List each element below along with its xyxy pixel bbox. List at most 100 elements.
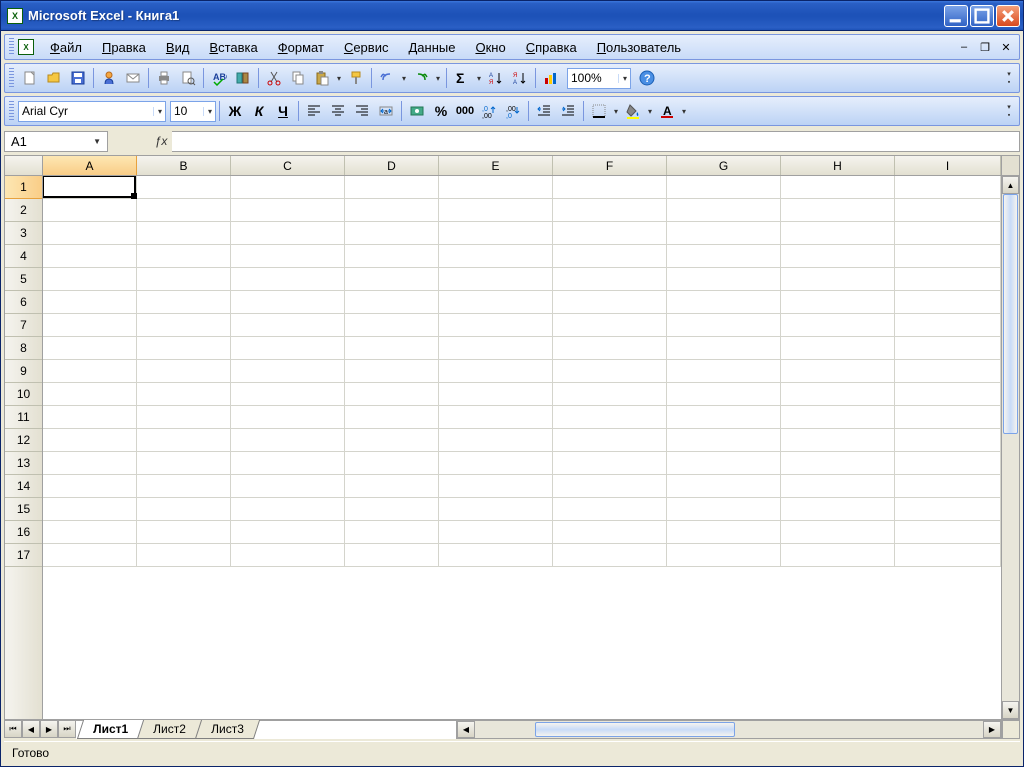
align-left-button[interactable] — [302, 99, 326, 123]
cell[interactable] — [231, 245, 345, 268]
cell[interactable] — [43, 245, 137, 268]
cell[interactable] — [667, 245, 781, 268]
align-center-button[interactable] — [326, 99, 350, 123]
cell[interactable] — [781, 314, 895, 337]
cell[interactable] — [231, 383, 345, 406]
cell[interactable] — [345, 498, 439, 521]
cell[interactable] — [553, 176, 667, 199]
insert-function-button[interactable]: ƒx — [150, 131, 172, 152]
help-button[interactable]: ? — [635, 66, 659, 90]
column-header-F[interactable]: F — [553, 156, 667, 175]
cell[interactable] — [553, 314, 667, 337]
hscroll-track[interactable] — [475, 721, 983, 738]
cell[interactable] — [553, 291, 667, 314]
cell[interactable] — [553, 429, 667, 452]
cell[interactable] — [439, 544, 553, 567]
cell[interactable] — [231, 176, 345, 199]
cell[interactable] — [345, 429, 439, 452]
cell[interactable] — [781, 337, 895, 360]
column-header-B[interactable]: B — [137, 156, 231, 175]
scroll-right-button[interactable]: ▶ — [983, 721, 1001, 738]
menu-данные[interactable]: Данные — [398, 37, 465, 58]
fill-color-dropdown[interactable]: ▾ — [645, 107, 655, 116]
column-header-G[interactable]: G — [667, 156, 781, 175]
menu-сервис[interactable]: Сервис — [334, 37, 399, 58]
doc-restore-button[interactable]: ❐ — [976, 39, 994, 55]
cell[interactable] — [137, 222, 231, 245]
open-button[interactable] — [42, 66, 66, 90]
cell[interactable] — [231, 521, 345, 544]
cell[interactable] — [231, 475, 345, 498]
minimize-button[interactable] — [944, 5, 968, 27]
undo-dropdown[interactable]: ▾ — [399, 74, 409, 83]
cell[interactable] — [895, 360, 1001, 383]
row-header-10[interactable]: 10 — [5, 383, 42, 406]
column-header-A[interactable]: A — [43, 156, 137, 175]
cell[interactable] — [439, 521, 553, 544]
scroll-up-button[interactable]: ▲ — [1002, 176, 1019, 194]
vscroll-track[interactable] — [1002, 194, 1019, 701]
cell[interactable] — [43, 337, 137, 360]
paste-button[interactable] — [310, 66, 334, 90]
cell[interactable] — [439, 475, 553, 498]
cell[interactable] — [781, 429, 895, 452]
cell[interactable] — [231, 544, 345, 567]
borders-button[interactable] — [587, 99, 611, 123]
cell[interactable] — [231, 199, 345, 222]
cell[interactable] — [231, 337, 345, 360]
align-right-button[interactable] — [350, 99, 374, 123]
print-preview-button[interactable] — [176, 66, 200, 90]
redo-dropdown[interactable]: ▾ — [433, 74, 443, 83]
cell[interactable] — [345, 475, 439, 498]
cell[interactable] — [781, 521, 895, 544]
next-sheet-button[interactable]: ▶ — [40, 720, 58, 738]
cell[interactable] — [781, 268, 895, 291]
cell[interactable] — [895, 383, 1001, 406]
undo-button[interactable] — [375, 66, 399, 90]
row-header-9[interactable]: 9 — [5, 360, 42, 383]
fontsize-combo[interactable]: 10▾ — [170, 101, 216, 122]
cell[interactable] — [439, 199, 553, 222]
cell[interactable] — [439, 291, 553, 314]
cell[interactable] — [43, 222, 137, 245]
permission-button[interactable] — [97, 66, 121, 90]
cell[interactable] — [553, 268, 667, 291]
menu-файл[interactable]: Файл — [40, 37, 92, 58]
toolbar-options-button[interactable]: ▾▪ — [1003, 103, 1015, 119]
cell[interactable] — [667, 406, 781, 429]
cell[interactable] — [553, 245, 667, 268]
cell[interactable] — [345, 268, 439, 291]
grip-icon[interactable] — [9, 38, 14, 56]
vertical-scrollbar[interactable]: ▲ ▼ — [1001, 176, 1019, 719]
row-header-4[interactable]: 4 — [5, 245, 42, 268]
last-sheet-button[interactable]: ⏭ — [58, 720, 76, 738]
cell[interactable] — [667, 314, 781, 337]
cell[interactable] — [345, 337, 439, 360]
menu-пользователь[interactable]: Пользователь — [587, 37, 691, 58]
titlebar[interactable]: X Microsoft Excel - Книга1 — [1, 1, 1023, 31]
sheet-tab-2[interactable]: Лист2 — [137, 720, 202, 739]
cell[interactable] — [895, 268, 1001, 291]
cell[interactable] — [781, 544, 895, 567]
cell[interactable] — [895, 521, 1001, 544]
cell[interactable] — [553, 406, 667, 429]
cell[interactable] — [439, 360, 553, 383]
currency-button[interactable] — [405, 99, 429, 123]
cell[interactable] — [439, 406, 553, 429]
cell[interactable] — [667, 521, 781, 544]
row-header-1[interactable]: 1 — [5, 176, 42, 199]
cut-button[interactable] — [262, 66, 286, 90]
cell[interactable] — [137, 452, 231, 475]
cell[interactable] — [137, 498, 231, 521]
cell[interactable] — [137, 521, 231, 544]
cell[interactable] — [553, 360, 667, 383]
cell[interactable] — [667, 544, 781, 567]
cell[interactable] — [667, 337, 781, 360]
cell[interactable] — [781, 498, 895, 521]
cell[interactable] — [231, 314, 345, 337]
column-header-H[interactable]: H — [781, 156, 895, 175]
cell[interactable] — [439, 337, 553, 360]
email-button[interactable] — [121, 66, 145, 90]
cell[interactable] — [781, 406, 895, 429]
cell[interactable] — [345, 291, 439, 314]
